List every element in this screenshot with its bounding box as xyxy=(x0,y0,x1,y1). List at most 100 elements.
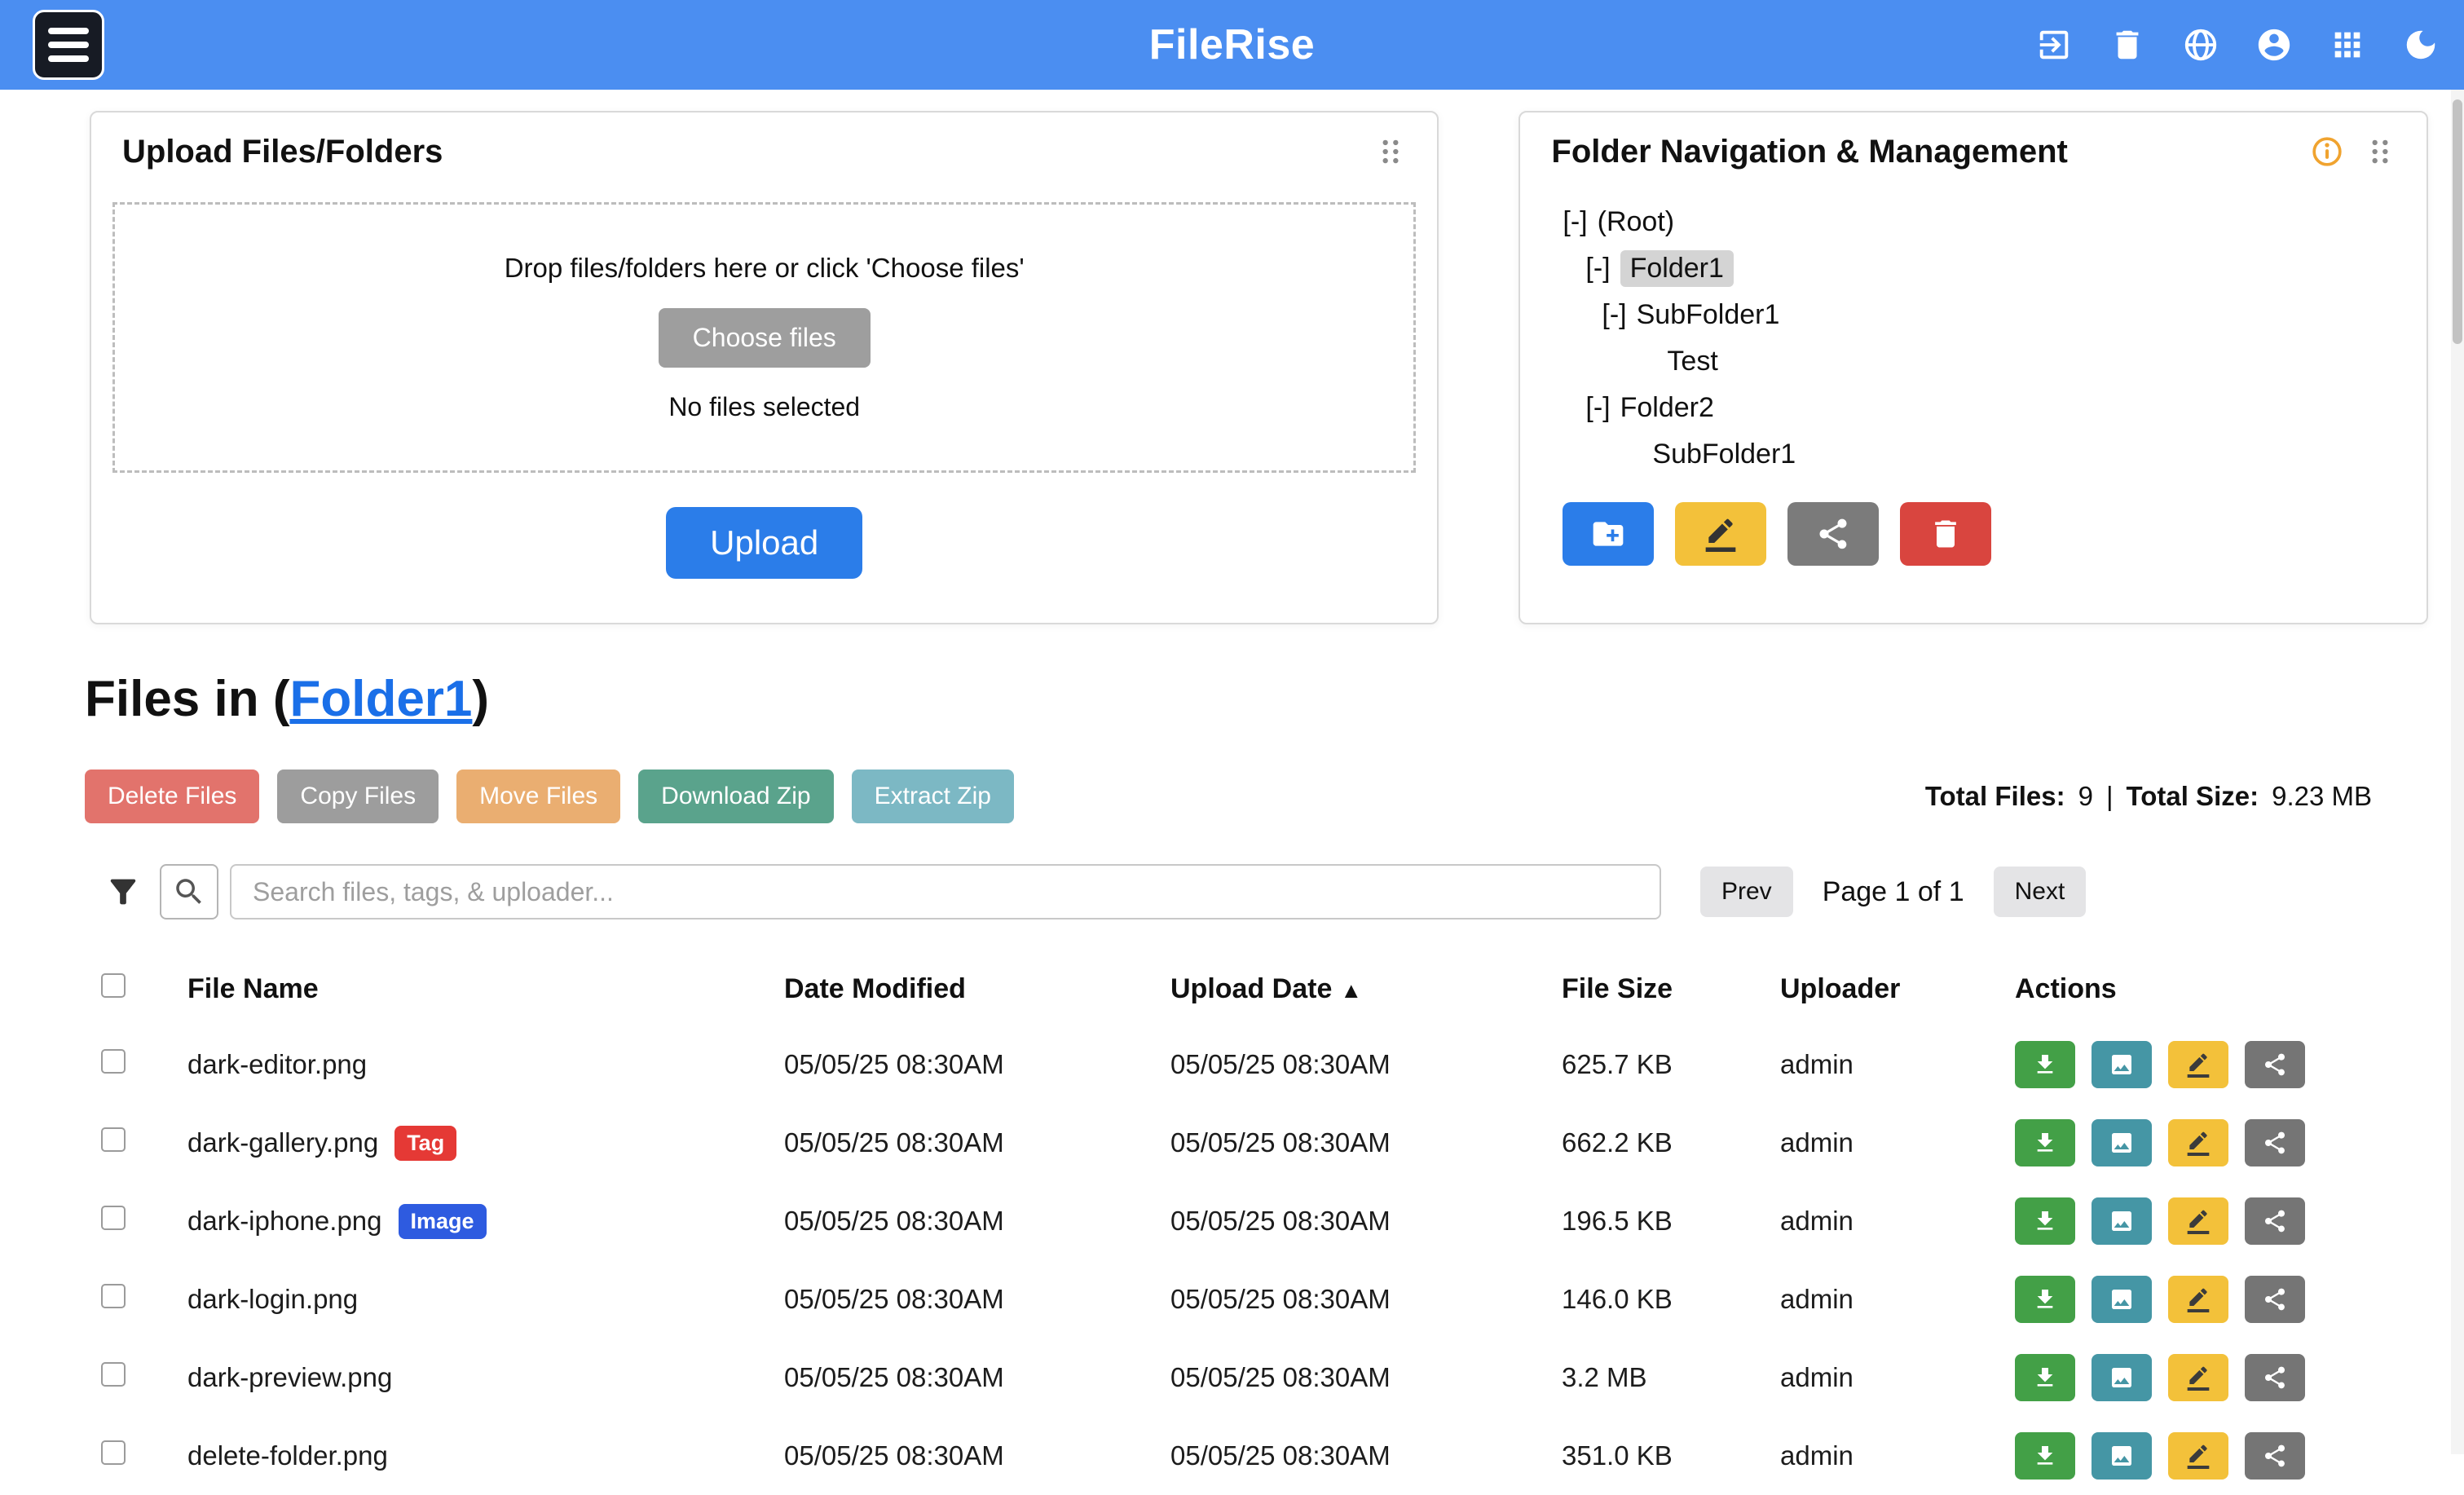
main-menu-button[interactable] xyxy=(33,10,104,80)
share-button[interactable] xyxy=(2245,1432,2305,1480)
image-badge: Image xyxy=(399,1204,487,1239)
preview-button[interactable] xyxy=(2092,1041,2152,1088)
delete-folder-button[interactable] xyxy=(1900,502,1991,566)
folder-tree: [-] (Root) [-] Folder1 [-] SubFolder1 Te… xyxy=(1520,191,2427,566)
tree-folder-label[interactable]: SubFolder1 xyxy=(1637,299,1780,331)
row-checkbox[interactable] xyxy=(101,1362,126,1387)
download-button[interactable] xyxy=(2015,1041,2075,1088)
upload-card-title: Upload Files/Folders xyxy=(122,134,443,170)
select-all-checkbox[interactable] xyxy=(101,973,126,998)
upload-date: 05/05/25 08:30AM xyxy=(1170,1440,1562,1471)
rename-button[interactable] xyxy=(2168,1276,2228,1323)
tree-folder-label-selected[interactable]: Folder1 xyxy=(1620,250,1734,287)
filter-icon[interactable] xyxy=(104,873,142,911)
download-button[interactable] xyxy=(2015,1354,2075,1401)
files-toolbar: Delete Files Copy Files Move Files Downl… xyxy=(85,770,2372,823)
tree-folder-label[interactable]: Test xyxy=(1667,346,1717,377)
drag-handle-icon[interactable] xyxy=(1375,134,1406,170)
search-button[interactable] xyxy=(160,864,218,919)
vertical-scrollbar[interactable] xyxy=(2451,90,2464,1454)
column-header-date-modified[interactable]: Date Modified xyxy=(784,973,1170,1005)
pencil-icon xyxy=(2185,1208,2211,1234)
info-icon[interactable] xyxy=(2311,135,2343,168)
table-header-row: File Name Date Modified Upload Date▲ Fil… xyxy=(85,952,2372,1025)
column-header-file-size[interactable]: File Size xyxy=(1562,973,1780,1005)
tree-toggle[interactable]: [-] xyxy=(1602,299,1626,331)
file-name[interactable]: dark-iphone.png xyxy=(187,1206,382,1237)
preview-button[interactable] xyxy=(2092,1119,2152,1166)
rename-button[interactable] xyxy=(2168,1119,2228,1166)
file-name[interactable]: dark-editor.png xyxy=(187,1049,367,1080)
file-size: 662.2 KB xyxy=(1562,1127,1780,1158)
file-name[interactable]: dark-login.png xyxy=(187,1284,358,1315)
file-dropzone[interactable]: Drop files/folders here or click 'Choose… xyxy=(112,202,1416,473)
grid-view-icon[interactable] xyxy=(2329,26,2366,64)
row-checkbox[interactable] xyxy=(101,1440,126,1465)
rename-folder-button[interactable] xyxy=(1675,502,1766,566)
tree-folder-label[interactable]: SubFolder1 xyxy=(1652,439,1796,470)
preview-button[interactable] xyxy=(2092,1197,2152,1245)
download-button[interactable] xyxy=(2015,1432,2075,1480)
column-header-uploader[interactable]: Uploader xyxy=(1780,973,2015,1005)
drag-handle-icon[interactable] xyxy=(2365,134,2396,170)
search-input[interactable] xyxy=(230,864,1661,919)
scrollbar-thumb[interactable] xyxy=(2453,99,2462,344)
rename-button[interactable] xyxy=(2168,1432,2228,1480)
tree-folder-label[interactable]: Folder2 xyxy=(1620,392,1714,424)
tree-toggle[interactable]: [-] xyxy=(1585,392,1610,424)
column-header-actions: Actions xyxy=(2015,973,2372,1005)
account-icon[interactable] xyxy=(2255,26,2293,64)
current-folder-link[interactable]: Folder1 xyxy=(289,671,472,727)
rename-button[interactable] xyxy=(2168,1197,2228,1245)
row-checkbox[interactable] xyxy=(101,1284,126,1308)
next-page-button[interactable]: Next xyxy=(1994,867,2087,917)
column-header-file-name[interactable]: File Name xyxy=(187,973,784,1005)
uploader: admin xyxy=(1780,1284,2015,1315)
share-button[interactable] xyxy=(2245,1276,2305,1323)
rename-button[interactable] xyxy=(2168,1354,2228,1401)
create-folder-button[interactable] xyxy=(1563,502,1654,566)
download-button[interactable] xyxy=(2015,1276,2075,1323)
tree-toggle[interactable]: [-] xyxy=(1563,206,1587,238)
logout-icon[interactable] xyxy=(2035,26,2073,64)
tree-item-subfolder1: [-] SubFolder1 xyxy=(1520,292,2427,338)
row-checkbox[interactable] xyxy=(101,1206,126,1230)
table-row: dark-preview.png 05/05/25 08:30AM 05/05/… xyxy=(85,1338,2372,1417)
tree-folder-label[interactable]: (Root) xyxy=(1598,206,1674,238)
share-button[interactable] xyxy=(2245,1119,2305,1166)
upload-button[interactable]: Upload xyxy=(666,507,862,579)
share-folder-button[interactable] xyxy=(1787,502,1879,566)
file-name[interactable]: dark-preview.png xyxy=(187,1362,392,1393)
delete-files-button[interactable]: Delete Files xyxy=(85,770,259,823)
cards-row: Upload Files/Folders Drop files/folders … xyxy=(90,111,2428,624)
rename-button[interactable] xyxy=(2168,1041,2228,1088)
tree-toggle[interactable]: [-] xyxy=(1585,253,1610,284)
download-button[interactable] xyxy=(2015,1197,2075,1245)
globe-icon[interactable] xyxy=(2182,26,2219,64)
trash-icon[interactable] xyxy=(2109,26,2146,64)
download-button[interactable] xyxy=(2015,1119,2075,1166)
file-name[interactable]: dark-gallery.png xyxy=(187,1127,378,1158)
preview-button[interactable] xyxy=(2092,1276,2152,1323)
choose-files-button[interactable]: Choose files xyxy=(659,308,871,368)
preview-button[interactable] xyxy=(2092,1432,2152,1480)
column-header-upload-date[interactable]: Upload Date▲ xyxy=(1170,973,1562,1005)
preview-button[interactable] xyxy=(2092,1354,2152,1401)
download-zip-button[interactable]: Download Zip xyxy=(638,770,833,823)
share-button[interactable] xyxy=(2245,1041,2305,1088)
share-button[interactable] xyxy=(2245,1354,2305,1401)
copy-files-button[interactable]: Copy Files xyxy=(277,770,439,823)
row-checkbox[interactable] xyxy=(101,1127,126,1152)
move-files-button[interactable]: Move Files xyxy=(456,770,620,823)
pencil-icon xyxy=(2185,1365,2211,1391)
download-icon xyxy=(2032,1052,2058,1078)
dark-mode-icon[interactable] xyxy=(2402,26,2440,64)
date-modified: 05/05/25 08:30AM xyxy=(784,1362,1170,1393)
file-name[interactable]: delete-folder.png xyxy=(187,1440,388,1471)
share-icon xyxy=(2262,1208,2288,1234)
uploader: admin xyxy=(1780,1049,2015,1080)
share-button[interactable] xyxy=(2245,1197,2305,1245)
prev-page-button[interactable]: Prev xyxy=(1700,867,1793,917)
extract-zip-button[interactable]: Extract Zip xyxy=(852,770,1014,823)
row-checkbox[interactable] xyxy=(101,1049,126,1074)
